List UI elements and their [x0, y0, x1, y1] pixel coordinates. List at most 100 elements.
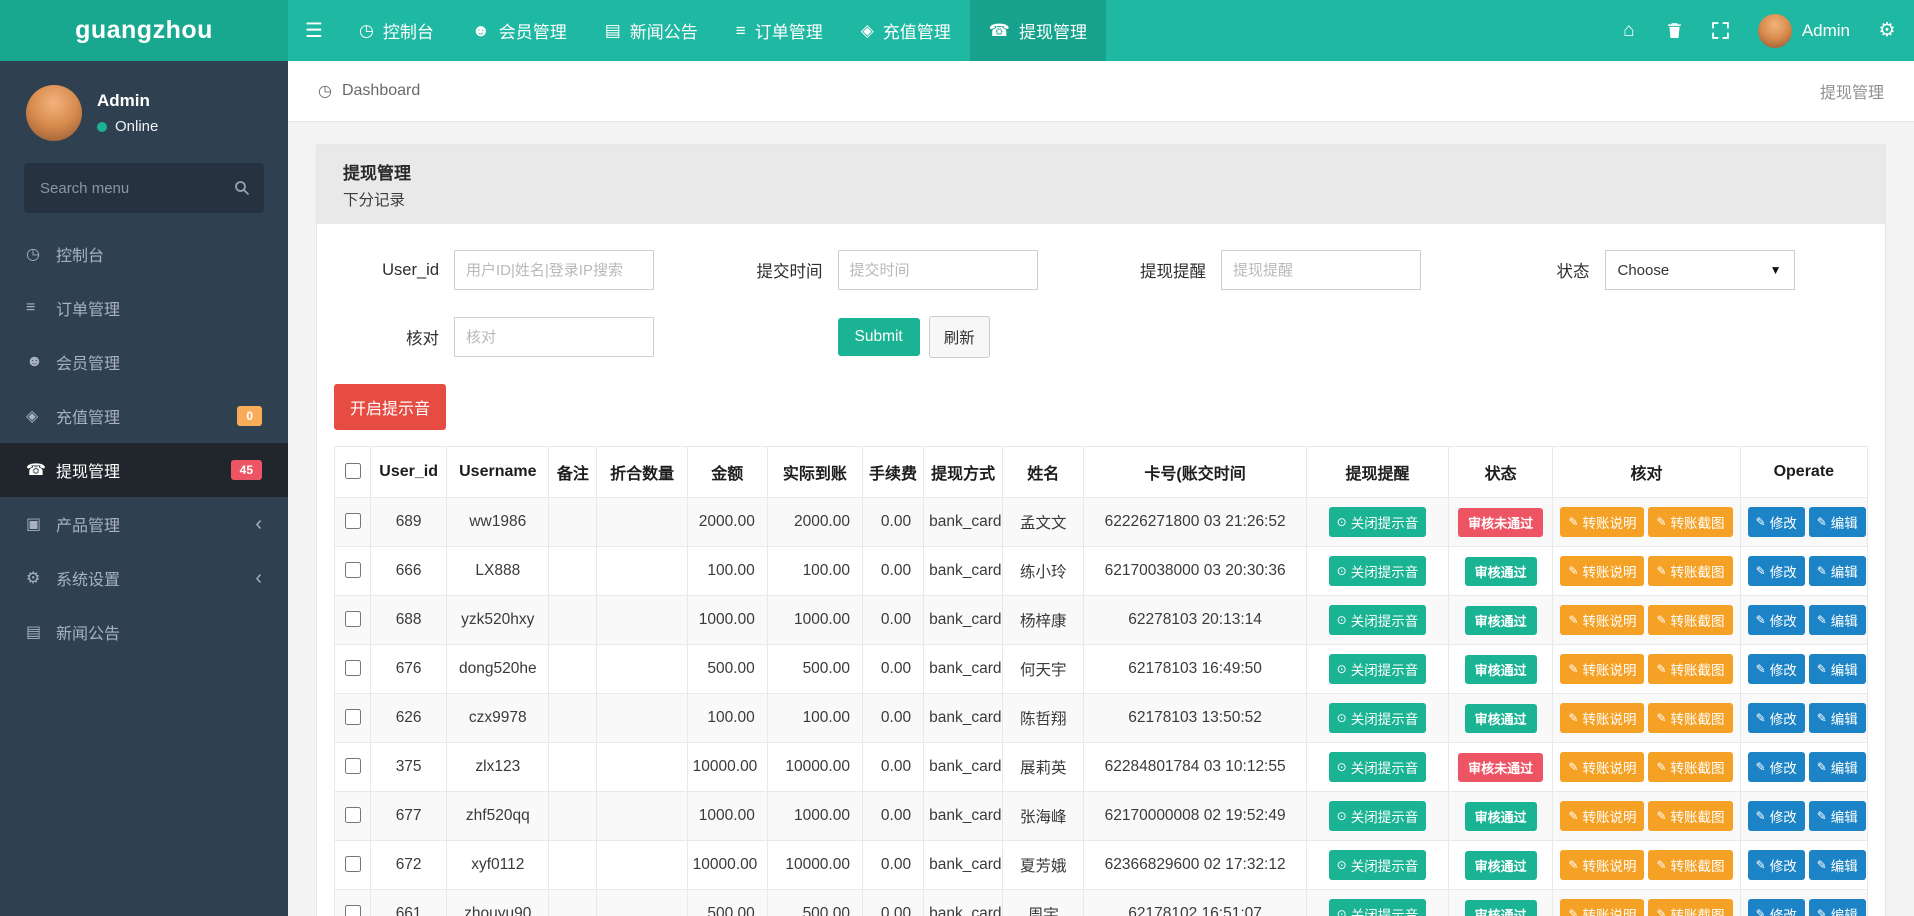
transfer-note-button[interactable]: ✎ 转账说明: [1560, 752, 1645, 782]
row-checkbox[interactable]: [345, 709, 362, 725]
row-checkbox[interactable]: [345, 758, 362, 774]
modify-button[interactable]: ✎ 修改: [1747, 556, 1805, 586]
edit-button[interactable]: ✎ 编辑: [1808, 899, 1866, 916]
transfer-screenshot-button[interactable]: ✎ 转账截图: [1648, 556, 1733, 586]
transfer-note-button[interactable]: ✎ 转账说明: [1560, 507, 1645, 537]
transfer-screenshot-button[interactable]: ✎ 转账截图: [1648, 703, 1733, 733]
edit-button[interactable]: ✎ 编辑: [1808, 801, 1866, 831]
transfer-screenshot-button[interactable]: ✎ 转账截图: [1648, 850, 1733, 880]
row-actual: 1000.00: [766, 791, 863, 841]
topnav-item-console[interactable]: ◷ 控制台: [340, 0, 453, 61]
user-menu[interactable]: Admin: [1744, 13, 1864, 48]
transfer-screenshot-button[interactable]: ✎ 转账截图: [1648, 801, 1733, 831]
transfer-note-button[interactable]: ✎ 转账说明: [1560, 801, 1645, 831]
breadcrumb-left-label[interactable]: Dashboard: [342, 82, 420, 100]
transfer-screenshot-button[interactable]: ✎ 转账截图: [1648, 752, 1733, 782]
brand-logo[interactable]: guangzhou: [0, 0, 288, 61]
row-checkbox[interactable]: [345, 513, 362, 529]
fullscreen-button[interactable]: [1698, 0, 1744, 61]
close-sound-button[interactable]: ⊙ 关闭提示音: [1328, 556, 1427, 586]
modify-button[interactable]: ✎ 修改: [1747, 654, 1805, 684]
edit-button[interactable]: ✎ 编辑: [1808, 703, 1866, 733]
refresh-button[interactable]: 刷新: [928, 316, 990, 358]
row-checkbox[interactable]: [345, 856, 362, 872]
trash-button[interactable]: [1652, 0, 1698, 61]
modify-button[interactable]: ✎ 修改: [1747, 850, 1805, 880]
row-method: bank_card: [923, 497, 1004, 547]
sidebar-toggle-button[interactable]: ☰: [288, 0, 340, 61]
transfer-note-button[interactable]: ✎ 转账说明: [1560, 850, 1645, 880]
close-sound-button[interactable]: ⊙ 关闭提示音: [1328, 752, 1427, 782]
transfer-screenshot-button[interactable]: ✎ 转账截图: [1648, 605, 1733, 635]
check-input[interactable]: [454, 317, 654, 357]
edit-button[interactable]: ✎ 编辑: [1808, 752, 1866, 782]
status-select[interactable]: Choose ▼: [1604, 250, 1795, 290]
row-note: [548, 791, 598, 841]
row-username: xyf0112: [446, 840, 550, 890]
edit-button[interactable]: ✎ 编辑: [1808, 507, 1866, 537]
close-sound-button[interactable]: ⊙ 关闭提示音: [1328, 605, 1427, 635]
submit-time-input[interactable]: [837, 250, 1038, 290]
topnav-item-withdraw[interactable]: ☎ 提现管理: [969, 0, 1106, 61]
row-qty: [596, 840, 688, 890]
transfer-screenshot-button[interactable]: ✎ 转账截图: [1648, 654, 1733, 684]
modify-button[interactable]: ✎ 修改: [1747, 703, 1805, 733]
row-name: 张海峰: [1002, 791, 1085, 841]
close-sound-button[interactable]: ⊙ 关闭提示音: [1328, 899, 1427, 916]
edit-button[interactable]: ✎ 编辑: [1808, 605, 1866, 635]
edit-button-label: 编辑: [1830, 614, 1858, 629]
topnav-item-news[interactable]: ▤ 新闻公告: [586, 0, 717, 61]
sidebar-item-orders[interactable]: ≡ 订单管理: [0, 281, 288, 335]
close-sound-button[interactable]: ⊙ 关闭提示音: [1328, 703, 1427, 733]
edit-button[interactable]: ✎ 编辑: [1808, 556, 1866, 586]
row-checkbox[interactable]: [345, 562, 362, 578]
sidebar-item-recharge[interactable]: ◈ 充值管理 0: [0, 389, 288, 443]
sidebar-item-console[interactable]: ◷ 控制台: [0, 227, 288, 281]
sidebar-item-products[interactable]: ▣ 产品管理 ‹: [0, 497, 288, 551]
user-id-input[interactable]: [454, 250, 654, 290]
modify-button[interactable]: ✎ 修改: [1747, 801, 1805, 831]
close-sound-button[interactable]: ⊙ 关闭提示音: [1328, 654, 1427, 684]
row-checkbox[interactable]: [345, 807, 362, 823]
row-checkbox[interactable]: [345, 611, 362, 627]
edit-button[interactable]: ✎ 编辑: [1808, 850, 1866, 880]
close-sound-button[interactable]: ⊙ 关闭提示音: [1328, 801, 1427, 831]
modify-button[interactable]: ✎ 修改: [1747, 507, 1805, 537]
sidebar-item-members[interactable]: ☻ 会员管理: [0, 335, 288, 389]
sidebar-item-withdraw[interactable]: ☎ 提现管理 45: [0, 443, 288, 497]
row-operate-cell: ✎ 修改 ✎ 编辑: [1739, 595, 1869, 645]
close-sound-button[interactable]: ⊙ 关闭提示音: [1328, 850, 1427, 880]
modify-button[interactable]: ✎ 修改: [1747, 752, 1805, 782]
row-checkbox[interactable]: [345, 905, 362, 916]
withdraw-remind-input[interactable]: [1221, 250, 1421, 290]
row-status-cell: 审核通过: [1448, 889, 1554, 916]
transfer-screenshot-button[interactable]: ✎ 转账截图: [1648, 899, 1733, 916]
sidebar-item-settings[interactable]: ⚙ 系统设置 ‹: [0, 551, 288, 605]
transfer-screenshot-button[interactable]: ✎ 转账截图: [1648, 507, 1733, 537]
home-button[interactable]: ⌂: [1606, 0, 1652, 61]
pencil-icon: ✎: [1816, 907, 1827, 916]
submit-button[interactable]: Submit: [837, 318, 920, 356]
transfer-note-button[interactable]: ✎ 转账说明: [1560, 605, 1645, 635]
topnav-item-recharge[interactable]: ◈ 充值管理: [842, 0, 970, 61]
settings-button[interactable]: ⚙: [1864, 0, 1910, 61]
close-sound-button[interactable]: ⊙ 关闭提示音: [1328, 507, 1427, 537]
topnav-item-members[interactable]: ☻ 会员管理: [453, 0, 586, 61]
sidebar-item-news[interactable]: ▤ 新闻公告: [0, 605, 288, 659]
search-input[interactable]: [24, 163, 264, 213]
modify-button[interactable]: ✎ 修改: [1747, 605, 1805, 635]
enable-sound-button[interactable]: 开启提示音: [334, 384, 447, 430]
row-note: [548, 595, 598, 645]
select-all-checkbox[interactable]: [345, 463, 362, 479]
pencil-icon: ✎: [1568, 711, 1579, 725]
select-all-cell: [333, 446, 372, 498]
topnav-item-label: 新闻公告: [629, 23, 698, 42]
edit-button[interactable]: ✎ 编辑: [1808, 654, 1866, 684]
topnav-item-orders[interactable]: ≡ 订单管理: [717, 0, 842, 61]
transfer-note-button[interactable]: ✎ 转账说明: [1560, 899, 1645, 916]
transfer-note-button[interactable]: ✎ 转账说明: [1560, 556, 1645, 586]
transfer-note-button[interactable]: ✎ 转账说明: [1560, 654, 1645, 684]
transfer-note-button[interactable]: ✎ 转账说明: [1560, 703, 1645, 733]
row-checkbox[interactable]: [345, 660, 362, 676]
modify-button[interactable]: ✎ 修改: [1747, 899, 1805, 916]
